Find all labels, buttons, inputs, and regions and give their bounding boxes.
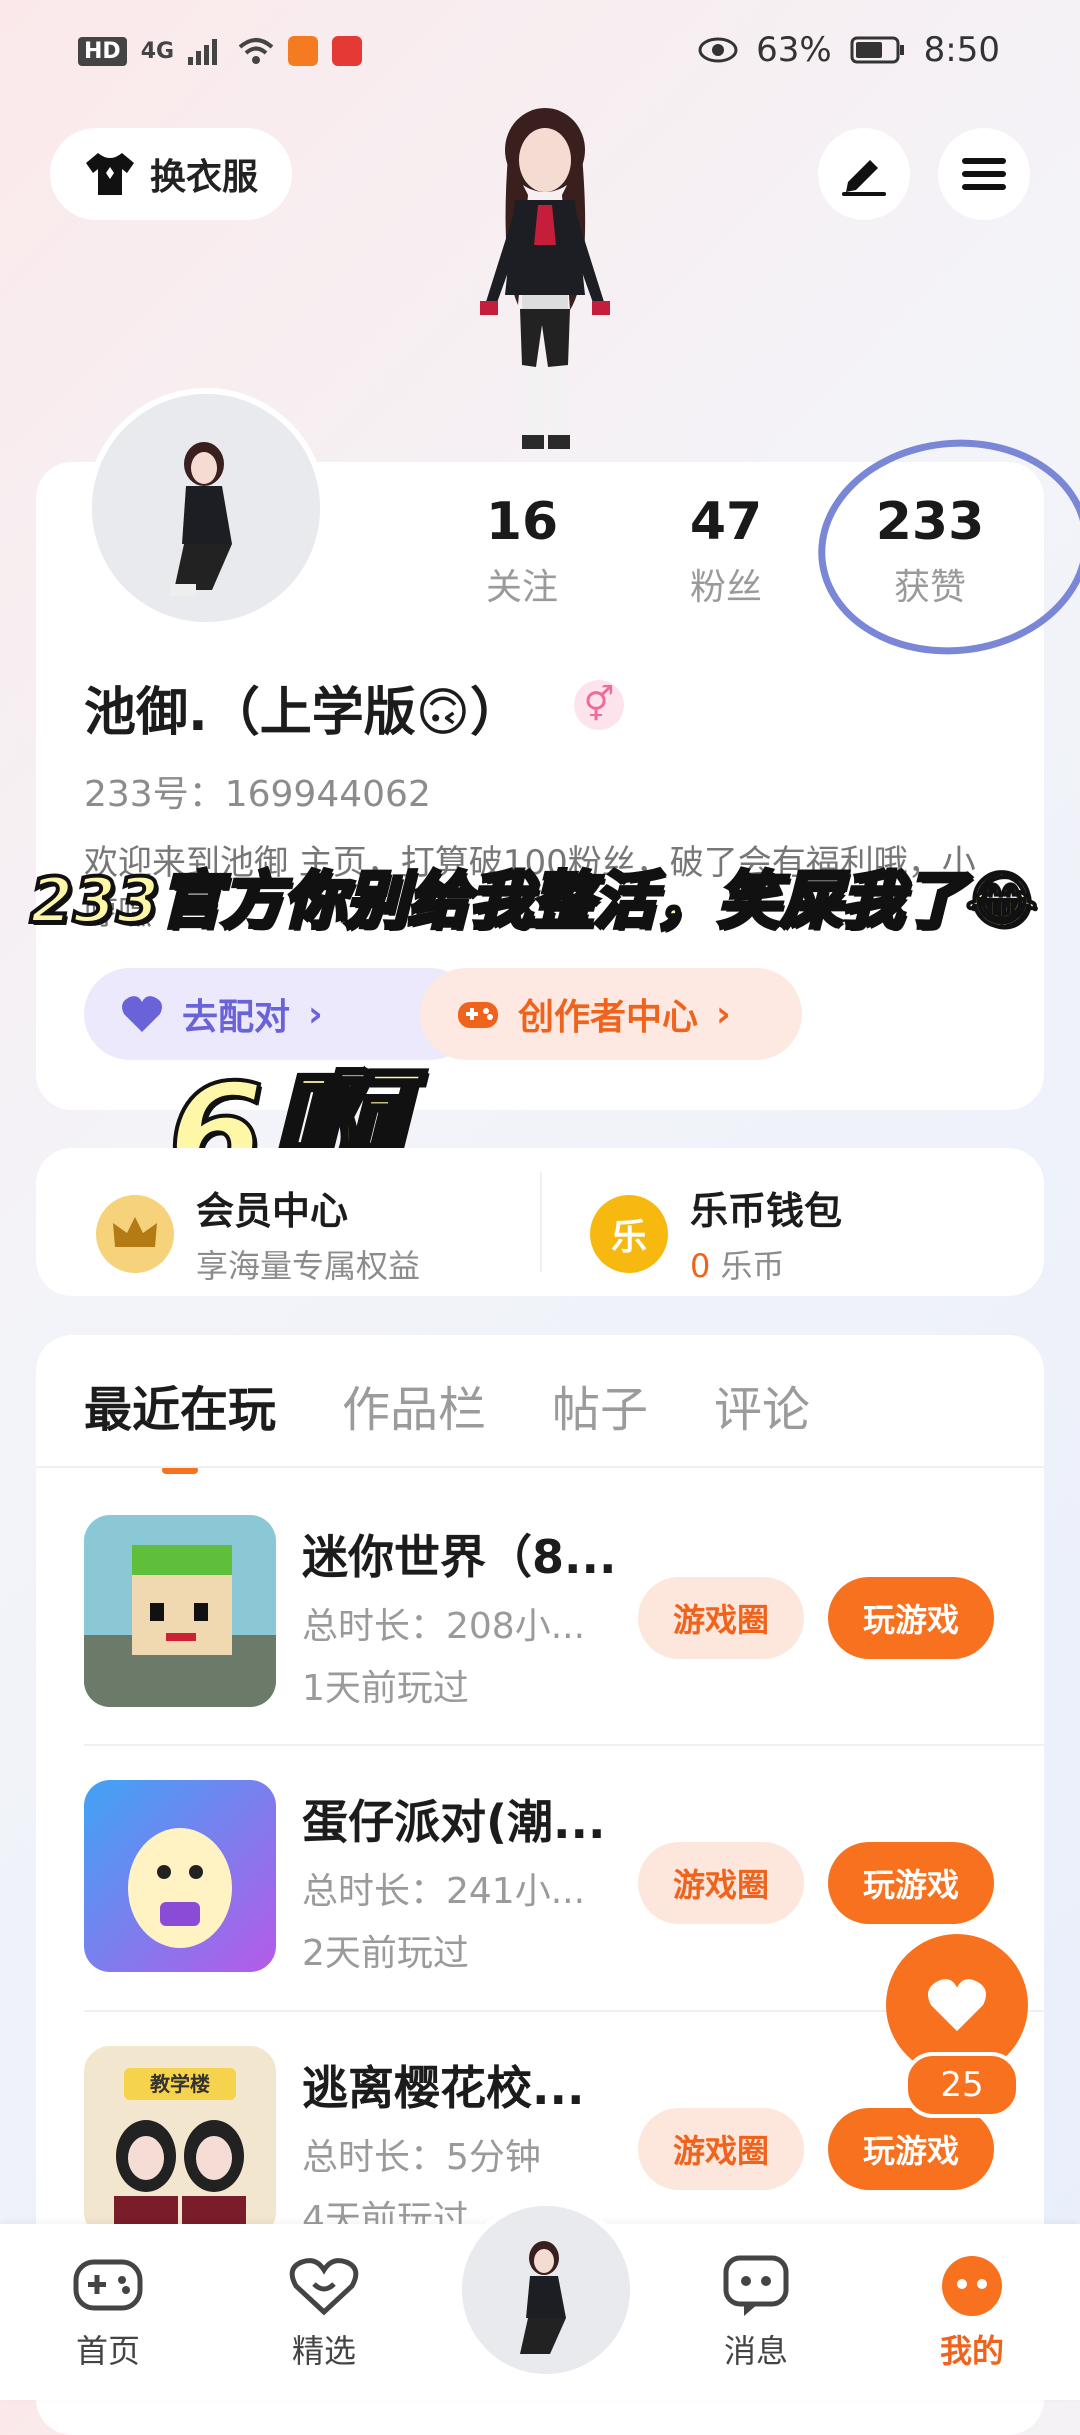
creator-center-button[interactable]: 创作者中心 ›	[420, 968, 802, 1060]
nav-me[interactable]: 我的	[912, 2254, 1032, 2372]
nav-avatar-button[interactable]	[456, 2200, 636, 2380]
tab-comments[interactable]: 评论	[714, 1370, 810, 1440]
game-last-played: 2天前玩过	[302, 1933, 469, 1974]
game-duration: 总时长：5分钟	[302, 2137, 541, 2178]
tab-posts[interactable]: 帖子	[552, 1370, 648, 1440]
clock: 8:50	[923, 30, 1000, 70]
vip-title: 会员中心	[196, 1189, 349, 1233]
gender-icon: ⚥	[574, 680, 624, 730]
eye-icon	[698, 37, 738, 63]
nav-featured[interactable]: 精选	[264, 2254, 384, 2372]
coin-icon: 乐	[590, 1194, 668, 1273]
wifi-icon	[238, 38, 274, 64]
vip-center-item[interactable]: 会员中心 享海量专属权益	[96, 1180, 420, 1287]
creator-label: 创作者中心	[518, 997, 699, 1038]
game-circle-button[interactable]: 游戏圈	[638, 2108, 804, 2190]
tabs-divider	[36, 1466, 1044, 1468]
chevron-right-icon: ›	[716, 993, 731, 1035]
wallet-title: 乐币钱包	[690, 1189, 843, 1233]
hd-chip: HD	[78, 36, 127, 66]
heart-outline-icon	[289, 2258, 359, 2316]
wallet-amount: 0	[690, 1247, 711, 1285]
wallet-unit: 乐币	[720, 1247, 785, 1285]
game-circle-button[interactable]: 游戏圈	[638, 1577, 804, 1659]
change-outfit-label: 换衣服	[149, 157, 258, 198]
play-game-button[interactable]: 玩游戏	[828, 1842, 994, 1924]
like-count-badge: 25	[904, 2052, 1020, 2118]
pen-icon	[842, 160, 886, 196]
row-divider	[84, 1744, 1044, 1746]
nav-home-label: 首页	[75, 2332, 140, 2370]
avatar-figure[interactable]	[430, 105, 660, 460]
fans-label: 粉丝	[689, 567, 762, 608]
nav-featured-label: 精选	[291, 2332, 356, 2370]
battery-icon	[850, 36, 904, 64]
game-duration: 总时长：241小...	[302, 1871, 586, 1912]
app-notif2-icon	[332, 36, 363, 66]
menu-button[interactable]	[938, 128, 1030, 220]
heart-icon	[122, 996, 162, 1032]
profile-tabs: 最近在玩 作品栏 帖子 评论	[84, 1370, 810, 1474]
gamepad-icon	[73, 2259, 143, 2311]
game-thumb-sakura-school[interactable]: 教学楼	[84, 2046, 276, 2238]
play-game-button[interactable]: 玩游戏	[828, 1577, 994, 1659]
game-circle-button[interactable]: 游戏圈	[638, 1842, 804, 1924]
vip-subtitle: 享海量专属权益	[196, 1247, 421, 1285]
shirt-icon	[85, 153, 134, 195]
wallet-balance: 0 乐币	[690, 1241, 842, 1287]
app-notif-icon	[288, 36, 319, 66]
signal-icon	[188, 39, 218, 65]
face-icon	[942, 2256, 1002, 2316]
nav-messages-label: 消息	[723, 2332, 788, 2370]
profile-avatar[interactable]	[86, 388, 326, 628]
following-label: 关注	[485, 567, 558, 608]
overlay-caption: 233官方你别给我整活，笑屎我了😂	[28, 862, 1040, 939]
heart-icon	[928, 1979, 986, 2032]
menu-icon	[962, 158, 1006, 190]
wallet-item[interactable]: 乐 乐币钱包 0 乐币	[590, 1180, 842, 1287]
game-duration: 总时长：208小...	[302, 1606, 586, 1647]
play-game-button[interactable]: 玩游戏	[828, 2108, 994, 2190]
profile-uid: 233号：169944062	[84, 774, 431, 815]
nav-messages[interactable]: 消息	[696, 2254, 816, 2372]
game-last-played: 1天前玩过	[302, 1668, 469, 1709]
thumb-label: 教学楼	[150, 2072, 210, 2096]
game-title: 迷你世界（8...	[302, 1530, 617, 1584]
divider	[540, 1172, 542, 1272]
game-thumb-eggy-party[interactable]	[84, 1780, 276, 1972]
tab-recent-play[interactable]: 最近在玩	[84, 1370, 276, 1474]
avatar-image	[92, 394, 320, 622]
status-left: HD 4G	[78, 36, 363, 66]
nav-home[interactable]: 首页	[48, 2254, 168, 2372]
status-bar: HD 4G 63% 8:50	[0, 0, 1080, 110]
game-row[interactable]: 迷你世界（8... 总时长：208小... 1天前玩过 游戏圈 玩游戏	[84, 1515, 1044, 1715]
game-row[interactable]: 蛋仔派对(潮... 总时长：241小... 2天前玩过 游戏圈 玩游戏	[84, 1780, 1044, 1980]
nav-me-label: 我的	[939, 2332, 1004, 2370]
crown-icon	[96, 1194, 174, 1273]
game-thumb-mini-world[interactable]	[84, 1515, 276, 1707]
avatar-image	[462, 2206, 630, 2374]
game-title: 逃离樱花校...	[302, 2061, 585, 2115]
status-right: 63% 8:50	[698, 30, 1000, 70]
game-title: 蛋仔派对(潮...	[302, 1795, 606, 1849]
network-chip: 4G	[140, 38, 175, 64]
edit-button[interactable]	[818, 128, 910, 220]
profile-name: 池御.（上学版🙃）	[84, 683, 522, 743]
chat-icon	[723, 2255, 789, 2316]
following-count: 16	[485, 492, 559, 552]
battery-percent: 63%	[756, 30, 832, 70]
change-outfit-button[interactable]: 换衣服	[50, 128, 292, 220]
gamepad-icon	[458, 1002, 498, 1028]
stat-following[interactable]: 16 关注	[442, 492, 602, 610]
stat-fans[interactable]: 47 粉丝	[646, 492, 806, 610]
fans-count: 47	[689, 492, 763, 552]
tab-works[interactable]: 作品栏	[342, 1370, 486, 1440]
